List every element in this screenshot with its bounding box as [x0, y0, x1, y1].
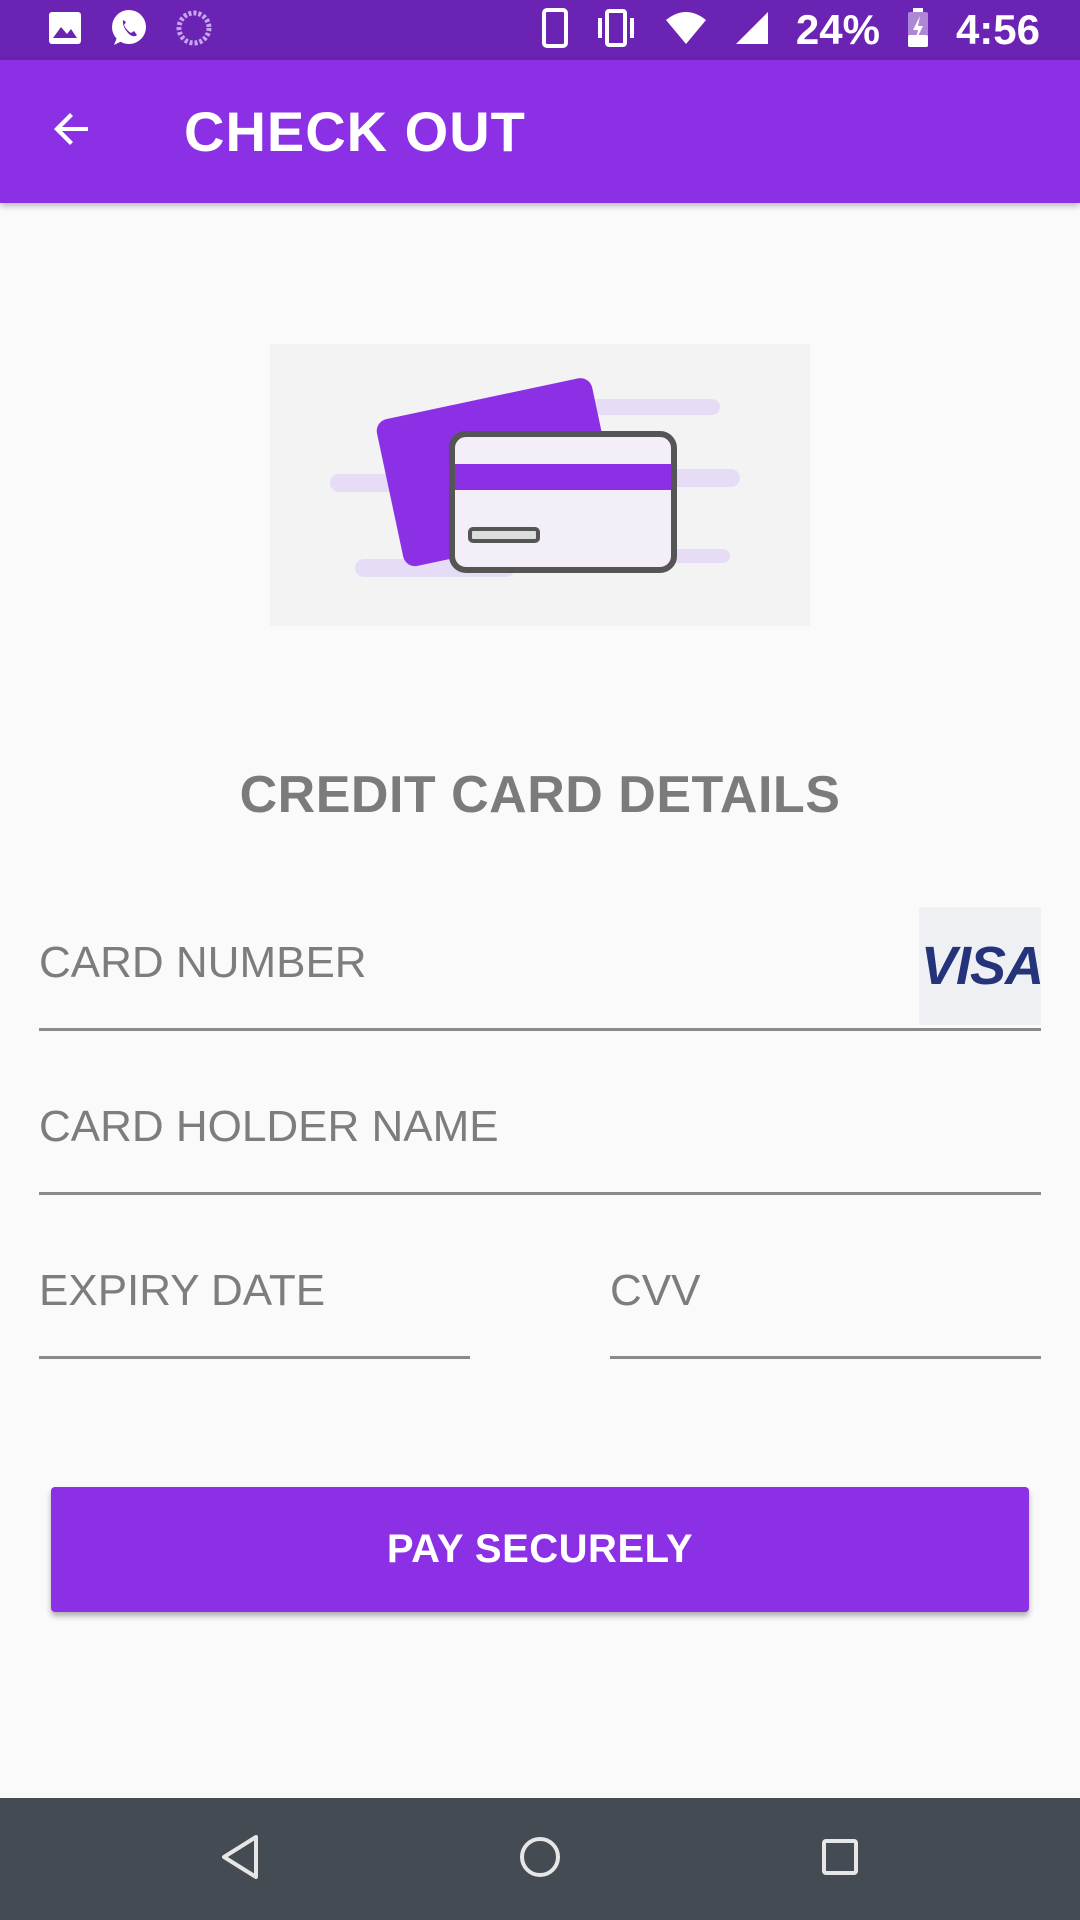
home-circle-icon — [518, 1835, 562, 1884]
back-triangle-icon — [218, 1833, 262, 1886]
card-holder-field — [39, 1069, 1041, 1195]
arrow-back-icon — [48, 105, 96, 158]
expiry-date-field — [39, 1233, 470, 1359]
battery-charging-icon — [906, 7, 930, 53]
nav-home-button[interactable] — [480, 1798, 600, 1920]
card-number-field: VISA — [39, 905, 1041, 1031]
pay-securely-button[interactable]: PAY SECURELY — [51, 1487, 1029, 1612]
section-title: CREDIT CARD DETAILS — [239, 766, 841, 824]
nav-recents-button[interactable] — [780, 1798, 900, 1920]
signal-icon — [734, 10, 770, 51]
vibrate-icon — [594, 8, 638, 53]
status-left — [48, 7, 212, 54]
app-bar: CHECK OUT — [0, 60, 1080, 203]
recents-square-icon — [820, 1837, 860, 1882]
battery-percent: 24% — [795, 6, 880, 53]
status-bar: 24% 4:56 — [0, 0, 1080, 60]
card-number-input[interactable] — [39, 938, 859, 988]
navigation-bar — [0, 1798, 1080, 1920]
loading-icon — [176, 10, 212, 51]
credit-card-illustration — [270, 344, 810, 626]
card-holder-input[interactable] — [39, 1102, 1041, 1152]
cvv-field — [610, 1233, 1041, 1359]
clock: 4:56 — [955, 6, 1040, 53]
page-title: CHECK OUT — [184, 100, 526, 163]
status-right: 24% 4:56 — [541, 6, 1040, 54]
cvv-input[interactable] — [610, 1266, 1041, 1316]
back-button[interactable] — [24, 84, 120, 180]
credit-card-icon — [330, 378, 740, 577]
expiry-date-input[interactable] — [39, 1266, 470, 1316]
whatsapp-icon — [108, 7, 150, 54]
phone-icon — [541, 7, 568, 53]
nav-back-button[interactable] — [180, 1798, 300, 1920]
visa-logo: VISA — [919, 907, 1041, 1025]
card-brand-label: VISA — [921, 936, 1041, 996]
image-icon — [48, 11, 82, 50]
wifi-icon — [664, 10, 708, 51]
